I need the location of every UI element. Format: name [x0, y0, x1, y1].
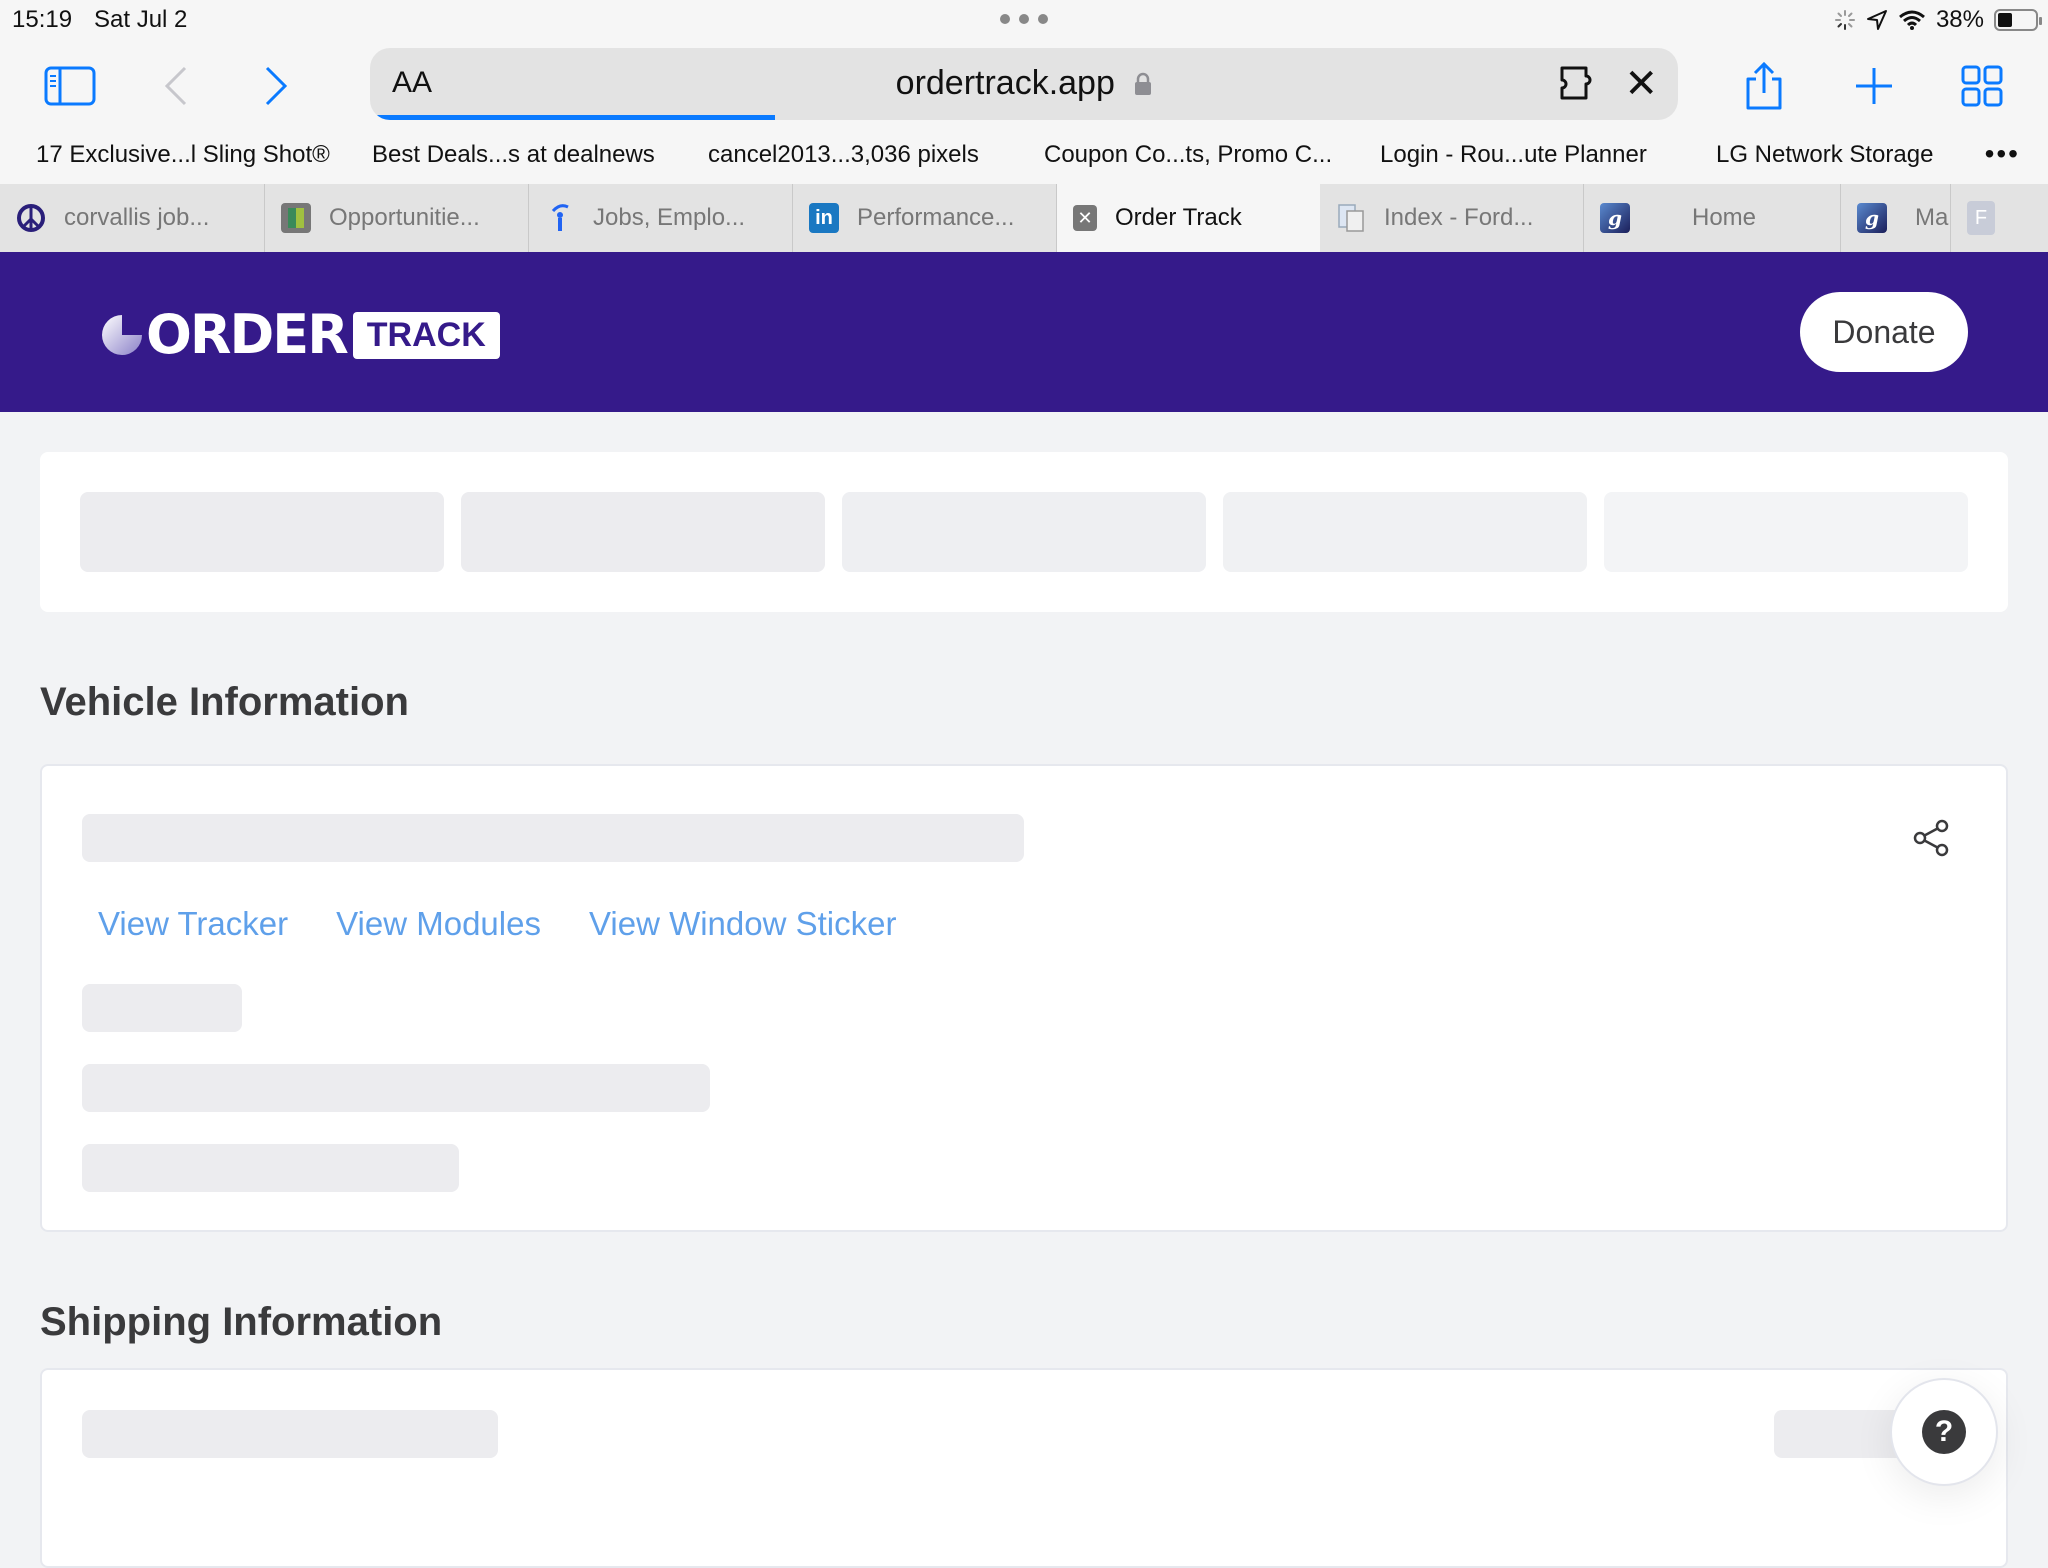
view-window-sticker-link[interactable]: View Window Sticker — [589, 905, 897, 943]
extensions-button[interactable] — [1558, 66, 1602, 105]
tab-index-ford[interactable]: Index - Ford... — [1320, 184, 1584, 252]
url-text: ordertrack.app — [895, 64, 1115, 102]
skeleton-block — [1604, 492, 1968, 572]
activity-spinner-icon — [1834, 10, 1855, 30]
status-bar: 15:19 Sat Jul 2 38% — [0, 0, 2048, 44]
tab-overview-button[interactable] — [1954, 58, 2010, 114]
bookmark-item[interactable]: Login - Rou...ute Planner — [1380, 141, 1647, 169]
view-tracker-link[interactable]: View Tracker — [98, 905, 288, 943]
multitasking-dots[interactable] — [1000, 14, 1048, 26]
tab-title: Performance... — [857, 204, 1015, 231]
forward-button[interactable] — [248, 58, 304, 114]
donate-button[interactable]: Donate — [1800, 292, 1968, 372]
tab-title: Ma — [1915, 204, 1949, 231]
sidebar-toggle-button[interactable] — [42, 58, 98, 114]
tab-home[interactable]: g Home — [1584, 184, 1841, 252]
skeleton-line — [82, 1064, 710, 1112]
address-bar[interactable]: AA ordertrack.app ✕ — [370, 48, 1678, 120]
tab-performance[interactable]: in Performance... — [793, 184, 1057, 252]
view-modules-link[interactable]: View Modules — [336, 905, 541, 943]
back-button[interactable] — [148, 58, 204, 114]
battery-icon — [1994, 9, 2042, 31]
summary-card — [40, 452, 2008, 612]
sidebar-icon — [44, 66, 96, 106]
tab-title: Index - Ford... — [1384, 204, 1534, 231]
ordertrack-logo[interactable]: ORDER TRACK — [100, 308, 500, 362]
vehicle-links: View Tracker View Modules View Window St… — [98, 905, 896, 943]
status-time: 15:19 — [12, 6, 73, 33]
shipping-section-title: Shipping Information — [40, 1300, 443, 1344]
skeleton-line — [82, 1144, 459, 1192]
tab-jobs[interactable]: Jobs, Emplo... — [529, 184, 793, 252]
bookmarks-more-button[interactable]: ••• — [1985, 138, 2020, 170]
browser-toolbar: AA ordertrack.app ✕ — [0, 44, 2048, 134]
tab-f[interactable]: F — [1951, 184, 2048, 252]
vehicle-section-title: Vehicle Information — [40, 680, 409, 724]
logo-disc-icon — [102, 315, 142, 355]
location-arrow-icon — [1866, 10, 1887, 30]
document-icon — [1336, 203, 1366, 233]
tab-title: Order Track — [1115, 204, 1242, 231]
tab-bar: corvallis job... Opportunitie... Jobs, E… — [0, 184, 2048, 252]
status-date: Sat Jul 2 — [94, 6, 188, 33]
bookmark-item[interactable]: Best Deals...s at dealnews — [372, 141, 655, 169]
logo-word: ORDER — [146, 303, 349, 366]
skeleton-block — [842, 492, 1206, 572]
puzzle-piece-icon — [1560, 66, 1592, 100]
skeleton-title — [82, 814, 1024, 862]
peace-icon — [16, 203, 46, 233]
skeleton-block — [1223, 492, 1587, 572]
tab-opportunities[interactable]: Opportunitie... — [265, 184, 529, 252]
site-header: ORDER TRACK Donate — [0, 252, 2048, 412]
bookmarks-bar: 17 Exclusive...l Sling Shot® Best Deals.… — [0, 134, 2048, 184]
tab-ma[interactable]: g Ma — [1841, 184, 1951, 252]
tab-title: Jobs, Emplo... — [593, 204, 746, 231]
chevron-right-icon — [265, 66, 288, 106]
grid-icon — [1961, 65, 2003, 107]
stop-loading-button[interactable]: ✕ — [1624, 64, 1658, 104]
tab-title: corvallis job... — [64, 204, 210, 231]
linkedin-icon: in — [809, 203, 839, 233]
tab-corvallis[interactable]: corvallis job... — [0, 184, 265, 252]
bookmark-item[interactable]: Coupon Co...ts, Promo C... — [1044, 141, 1332, 169]
grid-favicon-icon — [281, 203, 311, 233]
skeleton-line — [82, 984, 242, 1032]
bookmark-item[interactable]: LG Network Storage — [1716, 141, 1933, 169]
bookmark-item[interactable]: 17 Exclusive...l Sling Shot® — [36, 141, 330, 169]
vehicle-card — [40, 764, 2008, 1232]
help-button[interactable]: ? — [1890, 1378, 1998, 1486]
ford-script-icon: g — [1857, 203, 1887, 233]
question-mark-icon: ? — [1922, 1410, 1966, 1454]
tab-title: Home — [1692, 204, 1757, 231]
chevron-left-icon — [164, 66, 187, 106]
share-vehicle-button[interactable] — [1912, 818, 1952, 863]
share-nodes-icon — [1913, 819, 1949, 857]
bookmark-item[interactable]: cancel2013...3,036 pixels — [708, 141, 979, 169]
skeleton-block — [461, 492, 825, 572]
indeed-icon — [545, 203, 575, 233]
status-indicators: 38% — [1834, 6, 2042, 34]
skeleton-line — [82, 1410, 498, 1458]
page-load-progress — [370, 115, 776, 120]
plus-icon — [1856, 68, 1892, 104]
tab-title: Opportunitie... — [329, 204, 480, 231]
tab-order-track[interactable]: ✕ Order Track — [1057, 184, 1320, 252]
ford-script-icon: g — [1600, 203, 1630, 233]
url-field[interactable]: ordertrack.app — [370, 64, 1678, 103]
wifi-icon — [1898, 10, 1925, 30]
letter-f-icon: F — [1967, 201, 1995, 235]
lock-icon — [1135, 72, 1152, 95]
shipping-card — [40, 1368, 2008, 1568]
new-tab-button[interactable] — [1846, 58, 1902, 114]
battery-percent: 38% — [1935, 6, 1984, 33]
logo-track: TRACK — [352, 311, 500, 359]
share-button[interactable] — [1736, 58, 1792, 114]
share-up-icon — [1746, 61, 1782, 110]
close-tab-icon[interactable]: ✕ — [1073, 205, 1097, 231]
skeleton-block — [80, 492, 444, 572]
